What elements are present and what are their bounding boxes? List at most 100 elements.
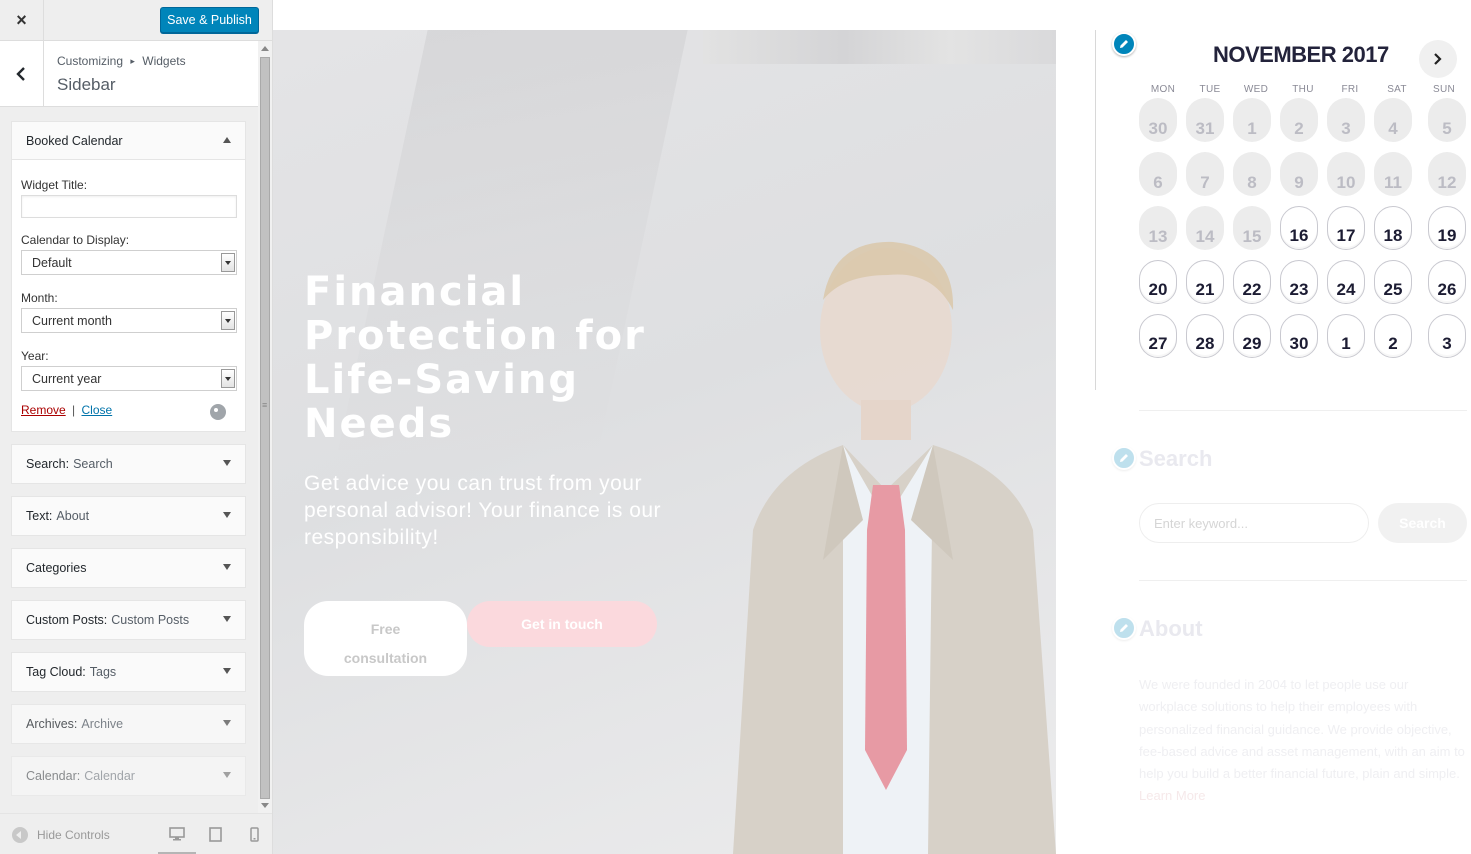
hide-controls-label: Hide Controls [37, 828, 110, 842]
calendar-day-available[interactable]: 22 [1233, 260, 1271, 304]
widget-search[interactable]: Search: Search [11, 444, 246, 484]
widget-header[interactable]: Tag Cloud: Tags [12, 653, 245, 691]
get-in-touch-button[interactable]: Get in touch [467, 601, 657, 647]
widget-separator [1139, 580, 1467, 581]
search-widget-title: Search [1139, 446, 1213, 471]
scroll-up-icon[interactable] [261, 46, 269, 51]
calendar-day-available[interactable]: 3 [1428, 314, 1466, 358]
calendar-day: 5 [1428, 98, 1466, 142]
widget-form: Widget Title: Calendar to Display: Defau… [12, 160, 245, 431]
widget-header[interactable]: Search: Search [12, 445, 245, 483]
back-arrow-icon[interactable] [0, 41, 44, 106]
calendar-day: 4 [1374, 98, 1412, 142]
remove-link[interactable]: Remove [21, 403, 66, 417]
widget-subtitle: Calendar [84, 769, 135, 783]
calendar-day-available[interactable]: 20 [1139, 260, 1177, 304]
scrollbar[interactable] [258, 41, 272, 813]
widget-calendar[interactable]: Calendar: Calendar [11, 756, 246, 796]
scrollbar-thumb[interactable] [260, 57, 270, 799]
weekday-label: MON [1150, 84, 1176, 95]
save-publish-button[interactable]: Save & Publish [160, 7, 259, 33]
customizer-header: × Save & Publish [0, 0, 272, 41]
widget-custom-posts[interactable]: Custom Posts: Custom Posts [11, 600, 246, 640]
calendar-day-available[interactable]: 26 [1428, 260, 1466, 304]
widget-header[interactable]: Archives: Archive [12, 705, 245, 743]
calendar-day-available[interactable]: 2 [1374, 314, 1412, 358]
free-consultation-button[interactable]: Free consultation [304, 601, 467, 676]
calendar-next-button[interactable] [1419, 40, 1457, 78]
widget-title-label: Widget Title: [21, 178, 88, 192]
customizer-panel: × Save & Publish Customizing ▸ Widgets S… [0, 0, 273, 854]
dropdown-arrow-icon[interactable] [221, 253, 235, 272]
widget-tag-cloud[interactable]: Tag Cloud: Tags [11, 652, 246, 692]
widget-header[interactable]: Text: About [12, 497, 245, 535]
calendar-day-available[interactable]: 28 [1186, 314, 1224, 358]
desktop-icon[interactable] [169, 827, 185, 842]
expand-arrow-icon[interactable] [223, 668, 231, 674]
tablet-icon[interactable] [207, 827, 223, 842]
edit-pencil-icon[interactable] [1112, 616, 1136, 640]
calendar-day-available[interactable]: 16 [1280, 206, 1318, 250]
scroll-down-icon[interactable] [261, 803, 269, 808]
edit-pencil-icon[interactable] [1112, 32, 1136, 56]
customizer-footer: Hide Controls [0, 813, 272, 854]
breadcrumb-root: Customizing [57, 54, 124, 68]
search-button[interactable]: Search [1378, 503, 1467, 543]
widget-text[interactable]: Text: About [11, 496, 246, 536]
about-widget-title: About [1139, 616, 1203, 641]
widget-archives[interactable]: Archives: Archive [11, 704, 246, 744]
widget-header[interactable]: Calendar: Calendar [12, 757, 245, 795]
weekday-label: WED [1243, 84, 1269, 95]
mobile-icon[interactable] [246, 827, 262, 842]
expand-arrow-icon[interactable] [223, 772, 231, 778]
close-icon[interactable]: × [0, 0, 44, 40]
hero-title: Financial Protection for Life-Saving Nee… [304, 270, 684, 446]
dropdown-arrow-icon[interactable] [221, 369, 235, 388]
collapse-arrow-icon[interactable] [223, 137, 231, 143]
sidebar-divider [1095, 30, 1096, 390]
month-label: Month: [21, 291, 58, 305]
customizer-scroll-area[interactable]: Customizing ▸ Widgets Sidebar Booked Cal… [0, 41, 258, 813]
calendar-day-available[interactable]: 27 [1139, 314, 1177, 358]
calendar-day: 2 [1280, 98, 1318, 142]
expand-arrow-icon[interactable] [223, 564, 231, 570]
widget-header[interactable]: Categories [12, 549, 245, 587]
collapse-icon [12, 827, 28, 843]
widget-header[interactable]: Custom Posts: Custom Posts [12, 601, 245, 639]
widget-type: Calendar: [26, 769, 81, 783]
calendar-day-available[interactable]: 17 [1327, 206, 1365, 250]
calendar-day: 9 [1280, 152, 1318, 196]
calendar-day-available[interactable]: 30 [1280, 314, 1318, 358]
calendar-day-available[interactable]: 29 [1233, 314, 1271, 358]
calendar-day-available[interactable]: 25 [1374, 260, 1412, 304]
expand-arrow-icon[interactable] [223, 616, 231, 622]
year-select[interactable]: Current year [21, 366, 237, 391]
calendar-day-available[interactable]: 18 [1374, 206, 1412, 250]
expand-arrow-icon[interactable] [223, 720, 231, 726]
learn-more-link[interactable]: Learn More [1139, 788, 1205, 803]
dropdown-arrow-icon[interactable] [221, 311, 235, 330]
calendar-select[interactable]: Default [21, 250, 237, 275]
edit-pencil-icon[interactable] [1112, 446, 1136, 470]
close-link[interactable]: Close [82, 403, 113, 417]
actions-separator: | [72, 403, 76, 417]
calendar-day-available[interactable]: 24 [1327, 260, 1365, 304]
widget-categories[interactable]: Categories [11, 548, 246, 588]
calendar-day-available[interactable]: 21 [1186, 260, 1224, 304]
calendar-day-available[interactable]: 23 [1280, 260, 1318, 304]
month-select[interactable]: Current month [21, 308, 237, 333]
widget-title-input[interactable] [21, 195, 237, 218]
calendar-day-available[interactable]: 19 [1428, 206, 1466, 250]
calendar-day-available[interactable]: 1 [1327, 314, 1365, 358]
widget-header-booked-calendar[interactable]: Booked Calendar [12, 122, 245, 160]
calendar-day: 30 [1139, 98, 1177, 142]
expand-arrow-icon[interactable] [223, 512, 231, 518]
search-input[interactable]: Enter keyword... [1139, 503, 1369, 543]
about-body: We were founded in 2004 to let people us… [1139, 677, 1465, 782]
hide-controls-button[interactable]: Hide Controls [12, 827, 110, 843]
calendar-day: 31 [1186, 98, 1224, 142]
resize-grip-icon[interactable]: ≡ [262, 400, 267, 410]
customizer-window: × Save & Publish Customizing ▸ Widgets S… [0, 0, 1471, 854]
expand-arrow-icon[interactable] [223, 460, 231, 466]
hero-section: Financial Protection for Life-Saving Nee… [273, 30, 1056, 854]
